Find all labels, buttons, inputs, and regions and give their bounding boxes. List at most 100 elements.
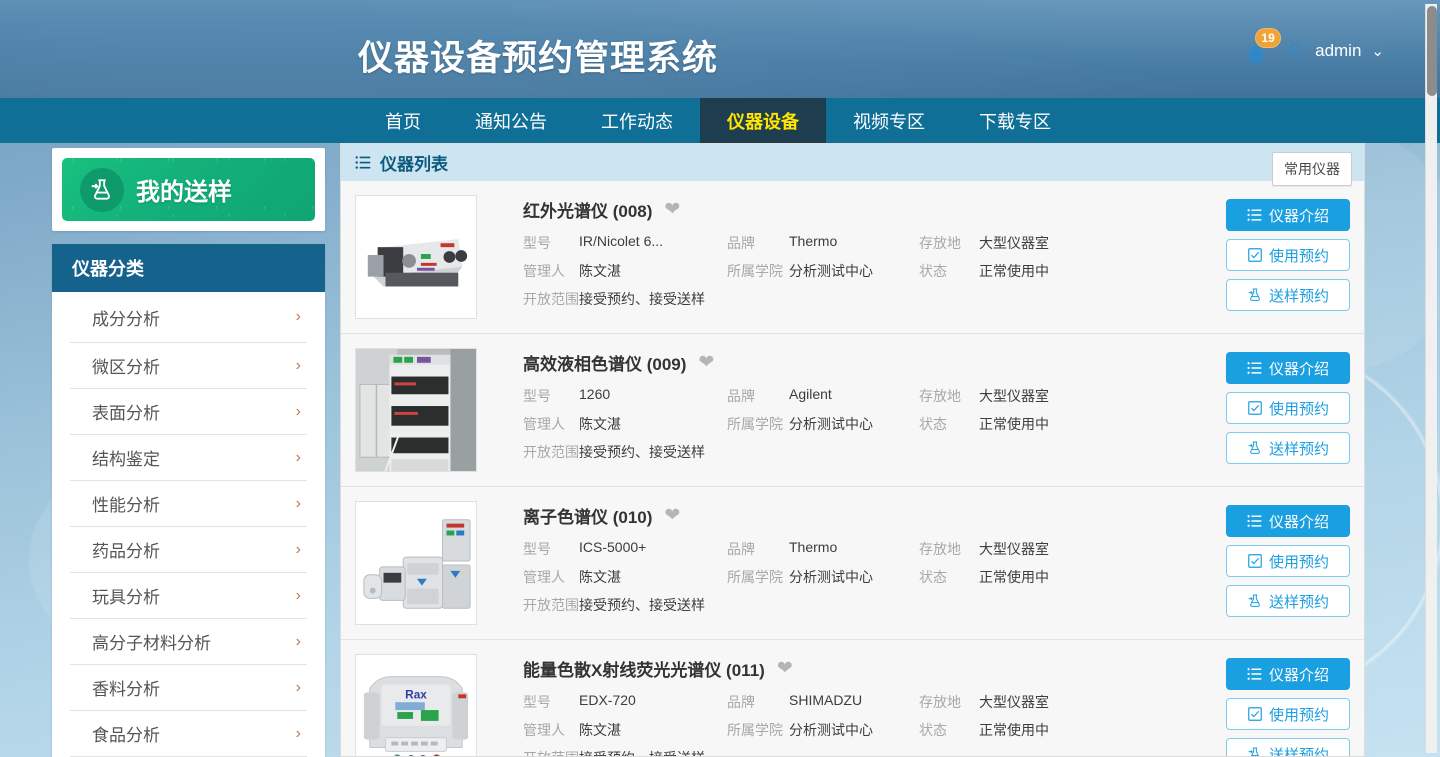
sidebar-item-micro-area-analysis[interactable]: 微区分析 › bbox=[70, 343, 307, 389]
nav-item-instruments[interactable]: 仪器设备 bbox=[700, 98, 826, 143]
use-reservation-label: 使用预约 bbox=[1269, 551, 1329, 572]
category-panel-title: 仪器分类 bbox=[52, 244, 325, 292]
field-label-manager: 管理人 bbox=[523, 567, 579, 587]
use-reservation-button[interactable]: 使用预约 bbox=[1226, 239, 1350, 271]
field-value-status: 正常使用中 bbox=[979, 261, 1226, 281]
page-scrollbar[interactable] bbox=[1425, 4, 1437, 753]
instrument-row[interactable]: 高效液相色谱仪 (009) ❤ 型号 1260 品牌 Agilent 存放地 大… bbox=[341, 334, 1364, 487]
instrument-thumbnail[interactable] bbox=[355, 348, 477, 472]
sidebar-item-surface-analysis[interactable]: 表面分析 › bbox=[70, 389, 307, 435]
field-label-manager: 管理人 bbox=[523, 261, 579, 281]
field-value-manager: 陈文湛 bbox=[579, 414, 727, 434]
nav-item-downloads[interactable]: 下载专区 bbox=[952, 98, 1078, 143]
use-reservation-button[interactable]: 使用预约 bbox=[1226, 698, 1350, 730]
category-label: 食品分析 bbox=[70, 721, 160, 746]
sidebar-item-performance-analysis[interactable]: 性能分析 › bbox=[70, 481, 307, 527]
my-sample-button[interactable]: 我的送样 bbox=[62, 158, 315, 221]
use-reservation-button[interactable]: 使用预约 bbox=[1226, 392, 1350, 424]
instrument-name: 高效液相色谱仪 (009) bbox=[523, 350, 686, 375]
field-value-model: 1260 bbox=[579, 386, 727, 406]
use-reservation-label: 使用预约 bbox=[1269, 245, 1329, 266]
instrument-intro-button[interactable]: 仪器介绍 bbox=[1226, 352, 1350, 384]
field-label-college: 所属学院 bbox=[727, 567, 789, 587]
sidebar-item-structure-identification[interactable]: 结构鉴定 › bbox=[70, 435, 307, 481]
nav-item-video[interactable]: 视频专区 bbox=[826, 98, 952, 143]
sidebar-item-toy-analysis[interactable]: 玩具分析 › bbox=[70, 573, 307, 619]
instrument-thumbnail[interactable] bbox=[355, 501, 477, 625]
instrument-intro-button[interactable]: 仪器介绍 bbox=[1226, 505, 1350, 537]
sample-reservation-button[interactable]: 送样预约 bbox=[1226, 738, 1350, 756]
instrument-thumbnail[interactable] bbox=[355, 195, 477, 319]
chevron-right-icon: › bbox=[296, 633, 307, 651]
nav-item-announcements[interactable]: 通知公告 bbox=[448, 98, 574, 143]
list-icon bbox=[355, 154, 372, 171]
sample-reservation-label: 送样预约 bbox=[1269, 438, 1329, 459]
favorite-heart-icon[interactable]: ❤ bbox=[664, 200, 680, 219]
instrument-list-panel: 仪器列表 常用仪器 bbox=[340, 143, 1365, 757]
category-label: 表面分析 bbox=[70, 399, 160, 424]
instrument-actions: 仪器介绍 使用预约 送样预约 bbox=[1226, 654, 1350, 756]
use-reservation-label: 使用预约 bbox=[1269, 704, 1329, 725]
category-label: 高分子材料分析 bbox=[70, 629, 211, 654]
chevron-down-icon[interactable]: ⌄ bbox=[1371, 42, 1384, 60]
sidebar: 我的送样 仪器分类 成分分析 › 微区分析 › 表面分析 › 结构鉴定 bbox=[0, 143, 340, 757]
chevron-right-icon: › bbox=[296, 679, 307, 697]
chevron-right-icon: › bbox=[296, 587, 307, 605]
sidebar-item-polymer-material-analysis[interactable]: 高分子材料分析 › bbox=[70, 619, 307, 665]
instrument-info: 高效液相色谱仪 (009) ❤ 型号 1260 品牌 Agilent 存放地 大… bbox=[477, 348, 1226, 462]
field-value-brand: SHIMADZU bbox=[789, 692, 919, 712]
main-navigation: 首页 通知公告 工作动态 仪器设备 视频专区 下载专区 bbox=[0, 98, 1440, 143]
instrument-row[interactable]: 离子色谱仪 (010) ❤ 型号 ICS-5000+ 品牌 Thermo 存放地… bbox=[341, 487, 1364, 640]
instrument-title-line: 红外光谱仪 (008) ❤ bbox=[523, 197, 1226, 222]
sidebar-item-food-analysis[interactable]: 食品分析 › bbox=[70, 711, 307, 757]
instrument-info: 能量色散X射线荧光光谱仪 (011) ❤ 型号 EDX-720 品牌 SHIMA… bbox=[477, 654, 1226, 756]
chevron-right-icon: › bbox=[296, 725, 307, 743]
field-label-manager: 管理人 bbox=[523, 720, 579, 740]
favorite-heart-icon[interactable]: ❤ bbox=[698, 353, 714, 372]
user-area: 19 admin ⌄ bbox=[1243, 36, 1384, 66]
app-header: 仪器设备预约管理系统 19 admin ⌄ bbox=[0, 0, 1440, 98]
instrument-fields: 型号 EDX-720 品牌 SHIMADZU 存放地 大型仪器室 管理人 陈文湛… bbox=[523, 692, 1226, 756]
instrument-thumbnail[interactable]: Rax bbox=[355, 654, 477, 756]
user-name[interactable]: admin bbox=[1315, 41, 1361, 61]
category-label: 香料分析 bbox=[70, 675, 160, 700]
field-value-open-scope: 接受预约、接受送样 bbox=[579, 595, 1226, 615]
sidebar-item-drug-analysis[interactable]: 药品分析 › bbox=[70, 527, 307, 573]
nav-item-home[interactable]: 首页 bbox=[358, 98, 448, 143]
svg-text:Rax: Rax bbox=[405, 687, 427, 701]
instrument-row[interactable]: Rax bbox=[341, 640, 1364, 756]
field-label-model: 型号 bbox=[523, 539, 579, 559]
field-label-status: 状态 bbox=[919, 720, 979, 740]
instrument-row[interactable]: 红外光谱仪 (008) ❤ 型号 IR/Nicolet 6... 品牌 Ther… bbox=[341, 181, 1364, 334]
sample-reservation-button[interactable]: 送样预约 bbox=[1226, 279, 1350, 311]
instrument-intro-button[interactable]: 仪器介绍 bbox=[1226, 199, 1350, 231]
field-label-college: 所属学院 bbox=[727, 261, 789, 281]
favorite-heart-icon[interactable]: ❤ bbox=[664, 506, 680, 525]
use-reservation-button[interactable]: 使用预约 bbox=[1226, 545, 1350, 577]
chevron-right-icon: › bbox=[296, 357, 307, 375]
field-value-manager: 陈文湛 bbox=[579, 567, 727, 587]
page-scrollbar-thumb[interactable] bbox=[1427, 6, 1437, 96]
field-value-manager: 陈文湛 bbox=[579, 720, 727, 740]
sample-reservation-button[interactable]: 送样预约 bbox=[1226, 585, 1350, 617]
field-label-model: 型号 bbox=[523, 692, 579, 712]
sidebar-item-fragrance-analysis[interactable]: 香料分析 › bbox=[70, 665, 307, 711]
field-label-open-scope: 开放范围 bbox=[523, 289, 579, 309]
field-value-status: 正常使用中 bbox=[979, 567, 1226, 587]
field-label-brand: 品牌 bbox=[727, 539, 789, 559]
field-value-manager: 陈文湛 bbox=[579, 261, 727, 281]
sample-reservation-button[interactable]: 送样预约 bbox=[1226, 432, 1350, 464]
use-reservation-label: 使用预约 bbox=[1269, 398, 1329, 419]
instrument-title-line: 高效液相色谱仪 (009) ❤ bbox=[523, 350, 1226, 375]
field-label-status: 状态 bbox=[919, 567, 979, 587]
field-label-status: 状态 bbox=[919, 414, 979, 434]
favorite-heart-icon[interactable]: ❤ bbox=[777, 659, 793, 678]
category-label: 微区分析 bbox=[70, 353, 160, 378]
instrument-intro-button[interactable]: 仪器介绍 bbox=[1226, 658, 1350, 690]
category-label: 药品分析 bbox=[70, 537, 160, 562]
nav-item-work-updates[interactable]: 工作动态 bbox=[574, 98, 700, 143]
notifications-button[interactable]: 19 bbox=[1243, 36, 1273, 66]
sample-reservation-label: 送样预约 bbox=[1269, 744, 1329, 757]
field-label-college: 所属学院 bbox=[727, 720, 789, 740]
sidebar-item-composition-analysis[interactable]: 成分分析 › bbox=[70, 292, 307, 343]
